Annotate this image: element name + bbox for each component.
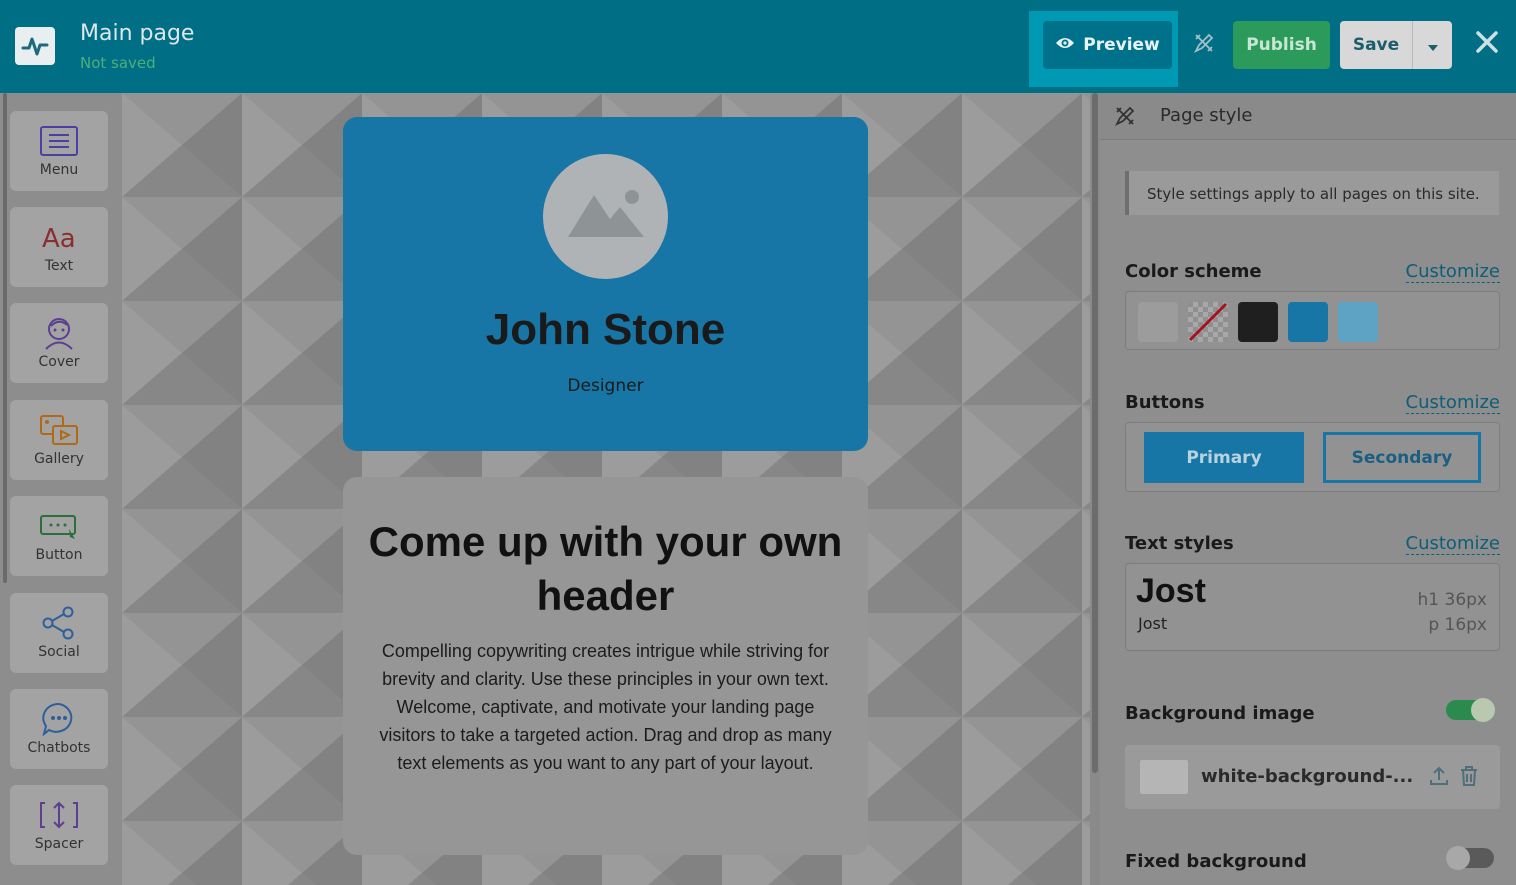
block-label: Gallery: [34, 451, 84, 467]
canvas-scroll-thumb[interactable]: [1092, 93, 1098, 773]
publish-button[interactable]: Publish: [1233, 21, 1330, 69]
block-label: Text: [44, 258, 74, 274]
block-gallery[interactable]: Gallery: [10, 400, 108, 480]
background-image-toggle[interactable]: [1446, 698, 1495, 722]
swatch-primary[interactable]: [1288, 302, 1328, 342]
fixed-background-title: Fixed background: [1125, 851, 1307, 872]
top-bar: Main page Not saved Preview Publish Save: [0, 0, 1516, 93]
block-label: Spacer: [34, 836, 84, 852]
buttons-preview: Primary Secondary: [1125, 422, 1500, 492]
body-font-name: Jost: [1138, 614, 1168, 633]
button-icon: [39, 509, 79, 543]
swatch-dark[interactable]: [1238, 302, 1278, 342]
upload-icon[interactable]: [1428, 765, 1450, 791]
pencil-ruler-icon: [1114, 105, 1136, 131]
block-spacer[interactable]: Spacer: [10, 785, 108, 865]
heading-size: h1 36px: [1417, 590, 1487, 610]
close-icon: [1476, 31, 1498, 57]
text-block[interactable]: Come up with your own header Compelling …: [343, 477, 868, 855]
preview-button[interactable]: Preview: [1043, 21, 1172, 69]
buttons-title: Buttons: [1125, 392, 1205, 413]
cover-block[interactable]: John Stone Designer: [343, 117, 868, 451]
swatch-transparent[interactable]: [1188, 302, 1228, 342]
chevron-down-icon: [1427, 36, 1438, 55]
page-title[interactable]: Main page: [80, 21, 194, 46]
design-tools-button[interactable]: [1180, 21, 1228, 69]
color-scheme-title: Color scheme: [1125, 261, 1262, 282]
block-label: Cover: [38, 354, 80, 370]
image-placeholder-icon: [567, 189, 644, 245]
page-style-panel: Page style Style settings apply to all p…: [1100, 93, 1516, 885]
gallery-icon: [39, 413, 79, 447]
panel-header: Page style: [1100, 93, 1516, 140]
secondary-button-sample[interactable]: Secondary: [1323, 432, 1481, 483]
toggle-knob: [1471, 698, 1495, 722]
eye-icon: [1055, 35, 1075, 55]
block-cover[interactable]: Cover: [10, 303, 108, 383]
buttons-customize-link[interactable]: Customize: [1405, 392, 1500, 414]
background-thumbnail: [1139, 759, 1189, 795]
color-scheme-customize-link[interactable]: Customize: [1405, 261, 1500, 283]
block-label: Chatbots: [27, 740, 91, 756]
toolbar-scrollbar[interactable]: [3, 93, 7, 583]
block-label: Menu: [39, 162, 79, 178]
block-label: Button: [35, 547, 83, 563]
swatch-light[interactable]: [1138, 302, 1178, 342]
text-styles-preview[interactable]: Jost Jost h1 36px p 16px: [1125, 563, 1500, 651]
text-block-body[interactable]: Compelling copywriting creates intrigue …: [373, 637, 838, 777]
app-logo-icon[interactable]: [15, 27, 55, 65]
body-size: p 16px: [1428, 615, 1487, 635]
panel-title: Page style: [1160, 105, 1253, 126]
menu-icon: [39, 124, 79, 158]
save-status: Not saved: [80, 54, 156, 72]
spacer-icon: [39, 798, 79, 832]
chatbots-icon: [39, 702, 79, 736]
save-button[interactable]: Save: [1340, 21, 1412, 69]
hero-name[interactable]: John Stone: [343, 305, 868, 355]
social-icon: [39, 606, 79, 640]
canvas-scrollbar[interactable]: [1090, 93, 1100, 885]
block-chatbots[interactable]: Chatbots: [10, 689, 108, 769]
block-social[interactable]: Social: [10, 593, 108, 673]
close-editor-button[interactable]: [1469, 26, 1505, 62]
pencil-ruler-icon: [1193, 32, 1215, 58]
toggle-knob: [1446, 846, 1470, 870]
background-image-title: Background image: [1125, 703, 1315, 724]
style-info-note: Style settings apply to all pages on thi…: [1125, 171, 1499, 215]
fixed-background-toggle[interactable]: [1446, 846, 1494, 870]
block-label: Social: [38, 644, 80, 660]
swatch-secondary[interactable]: [1338, 302, 1378, 342]
block-button[interactable]: Button: [10, 496, 108, 576]
text-icon: Aa: [39, 220, 79, 254]
background-image-file: white-background-...: [1125, 745, 1500, 809]
heading-font-name: Jost: [1136, 572, 1206, 610]
text-styles-title: Text styles: [1125, 533, 1234, 554]
block-text[interactable]: Aa Text: [10, 207, 108, 287]
background-file-name: white-background-...: [1201, 766, 1414, 787]
primary-button-sample[interactable]: Primary: [1144, 432, 1304, 483]
cover-icon: [39, 316, 79, 350]
blocks-toolbar: Menu Aa Text Cover Gallery Button Social: [0, 93, 122, 885]
avatar[interactable]: [543, 154, 668, 279]
hero-role[interactable]: Designer: [343, 376, 868, 396]
color-scheme-swatches[interactable]: [1125, 291, 1500, 350]
svg-text:Aa: Aa: [42, 224, 76, 252]
preview-label: Preview: [1083, 35, 1160, 55]
text-styles-customize-link[interactable]: Customize: [1405, 533, 1500, 555]
block-menu[interactable]: Menu: [10, 111, 108, 191]
text-block-header[interactable]: Come up with your own header: [363, 515, 848, 623]
trash-icon[interactable]: [1459, 765, 1479, 791]
save-options-button[interactable]: [1412, 21, 1452, 69]
